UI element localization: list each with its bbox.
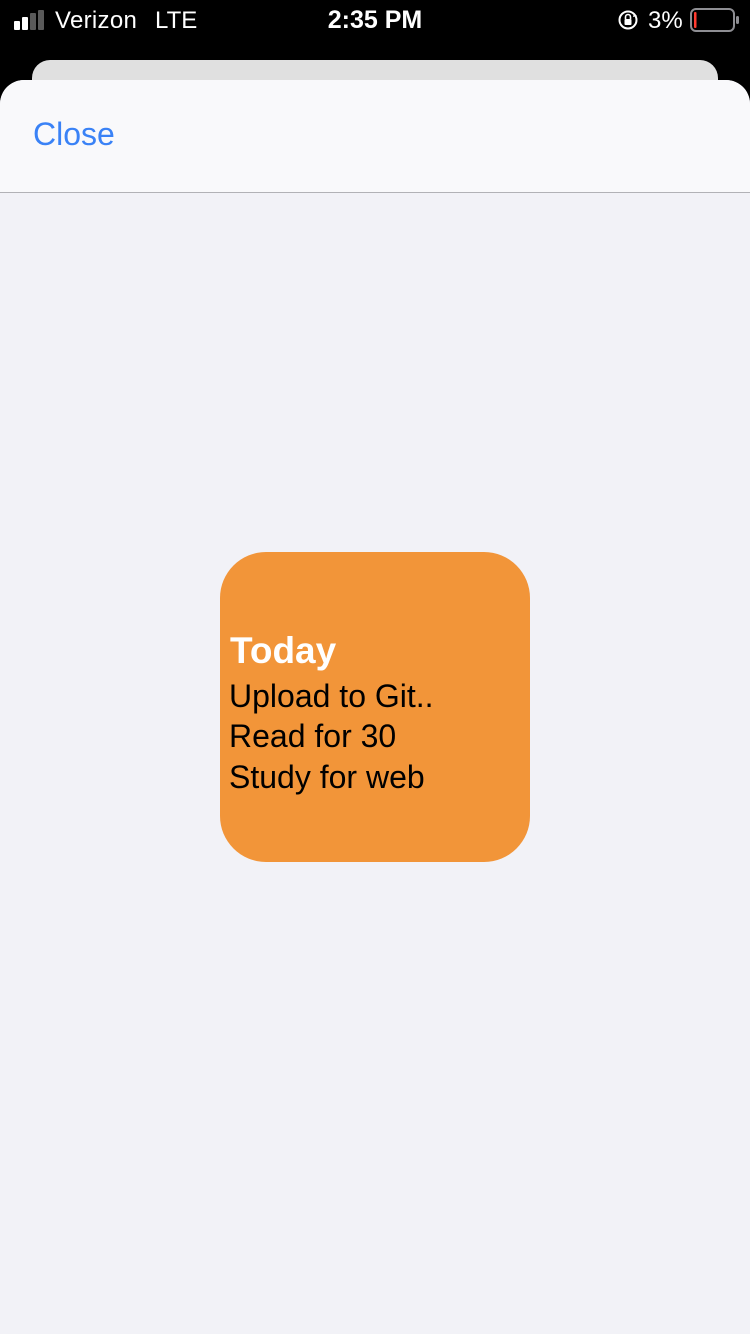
today-widget[interactable]: Today Upload to Git.. Read for 30 Study … <box>220 552 530 862</box>
modal-sheet: Close Today Upload to Git.. Read for 30 … <box>0 80 750 1334</box>
orientation-lock-icon <box>618 10 638 30</box>
battery-icon <box>690 8 739 32</box>
widget-title: Today <box>230 630 337 671</box>
battery-percent: 3% <box>648 7 683 34</box>
navigation-bar: Close <box>0 80 750 193</box>
widget-item: Upload to Git.. <box>229 678 434 714</box>
status-bar: Verizon LTE 2:35 PM 3% <box>0 0 750 40</box>
widget-item: Study for web <box>229 759 425 795</box>
close-button[interactable]: Close <box>33 116 115 153</box>
widget-item: Read for 30 <box>229 718 397 754</box>
